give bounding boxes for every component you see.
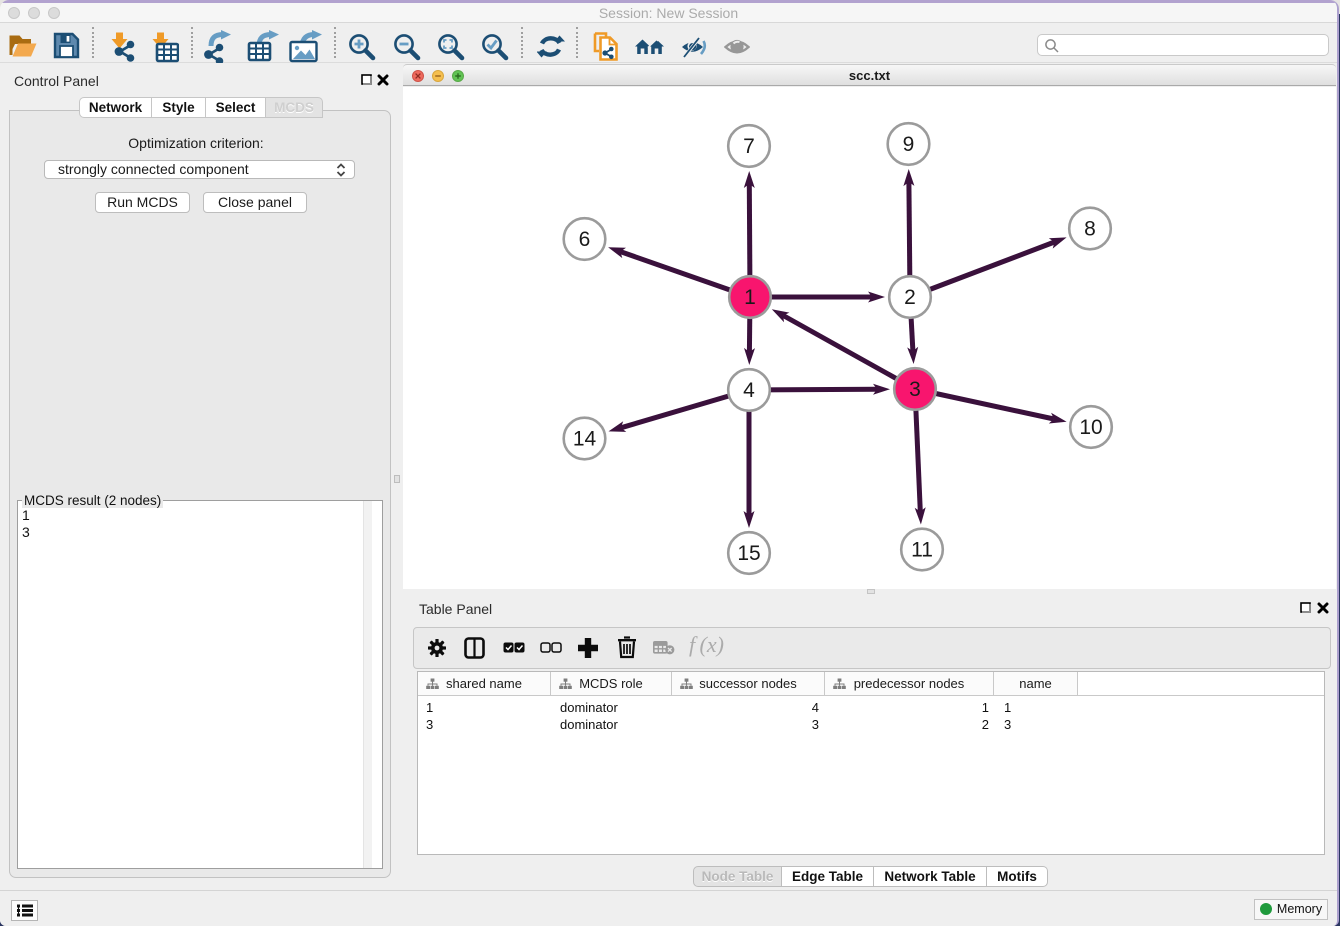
svg-text:10: 10	[1079, 416, 1102, 439]
svg-text:14: 14	[573, 428, 597, 451]
svg-text:9: 9	[903, 133, 915, 156]
svg-text:11: 11	[911, 539, 933, 562]
svg-text:15: 15	[737, 542, 760, 565]
svg-text:4: 4	[743, 379, 755, 402]
svg-text:6: 6	[579, 228, 591, 251]
svg-text:8: 8	[1084, 218, 1096, 241]
svg-text:1: 1	[744, 286, 756, 309]
svg-text:7: 7	[743, 135, 755, 158]
svg-text:2: 2	[904, 286, 916, 309]
svg-text:3: 3	[909, 378, 921, 401]
